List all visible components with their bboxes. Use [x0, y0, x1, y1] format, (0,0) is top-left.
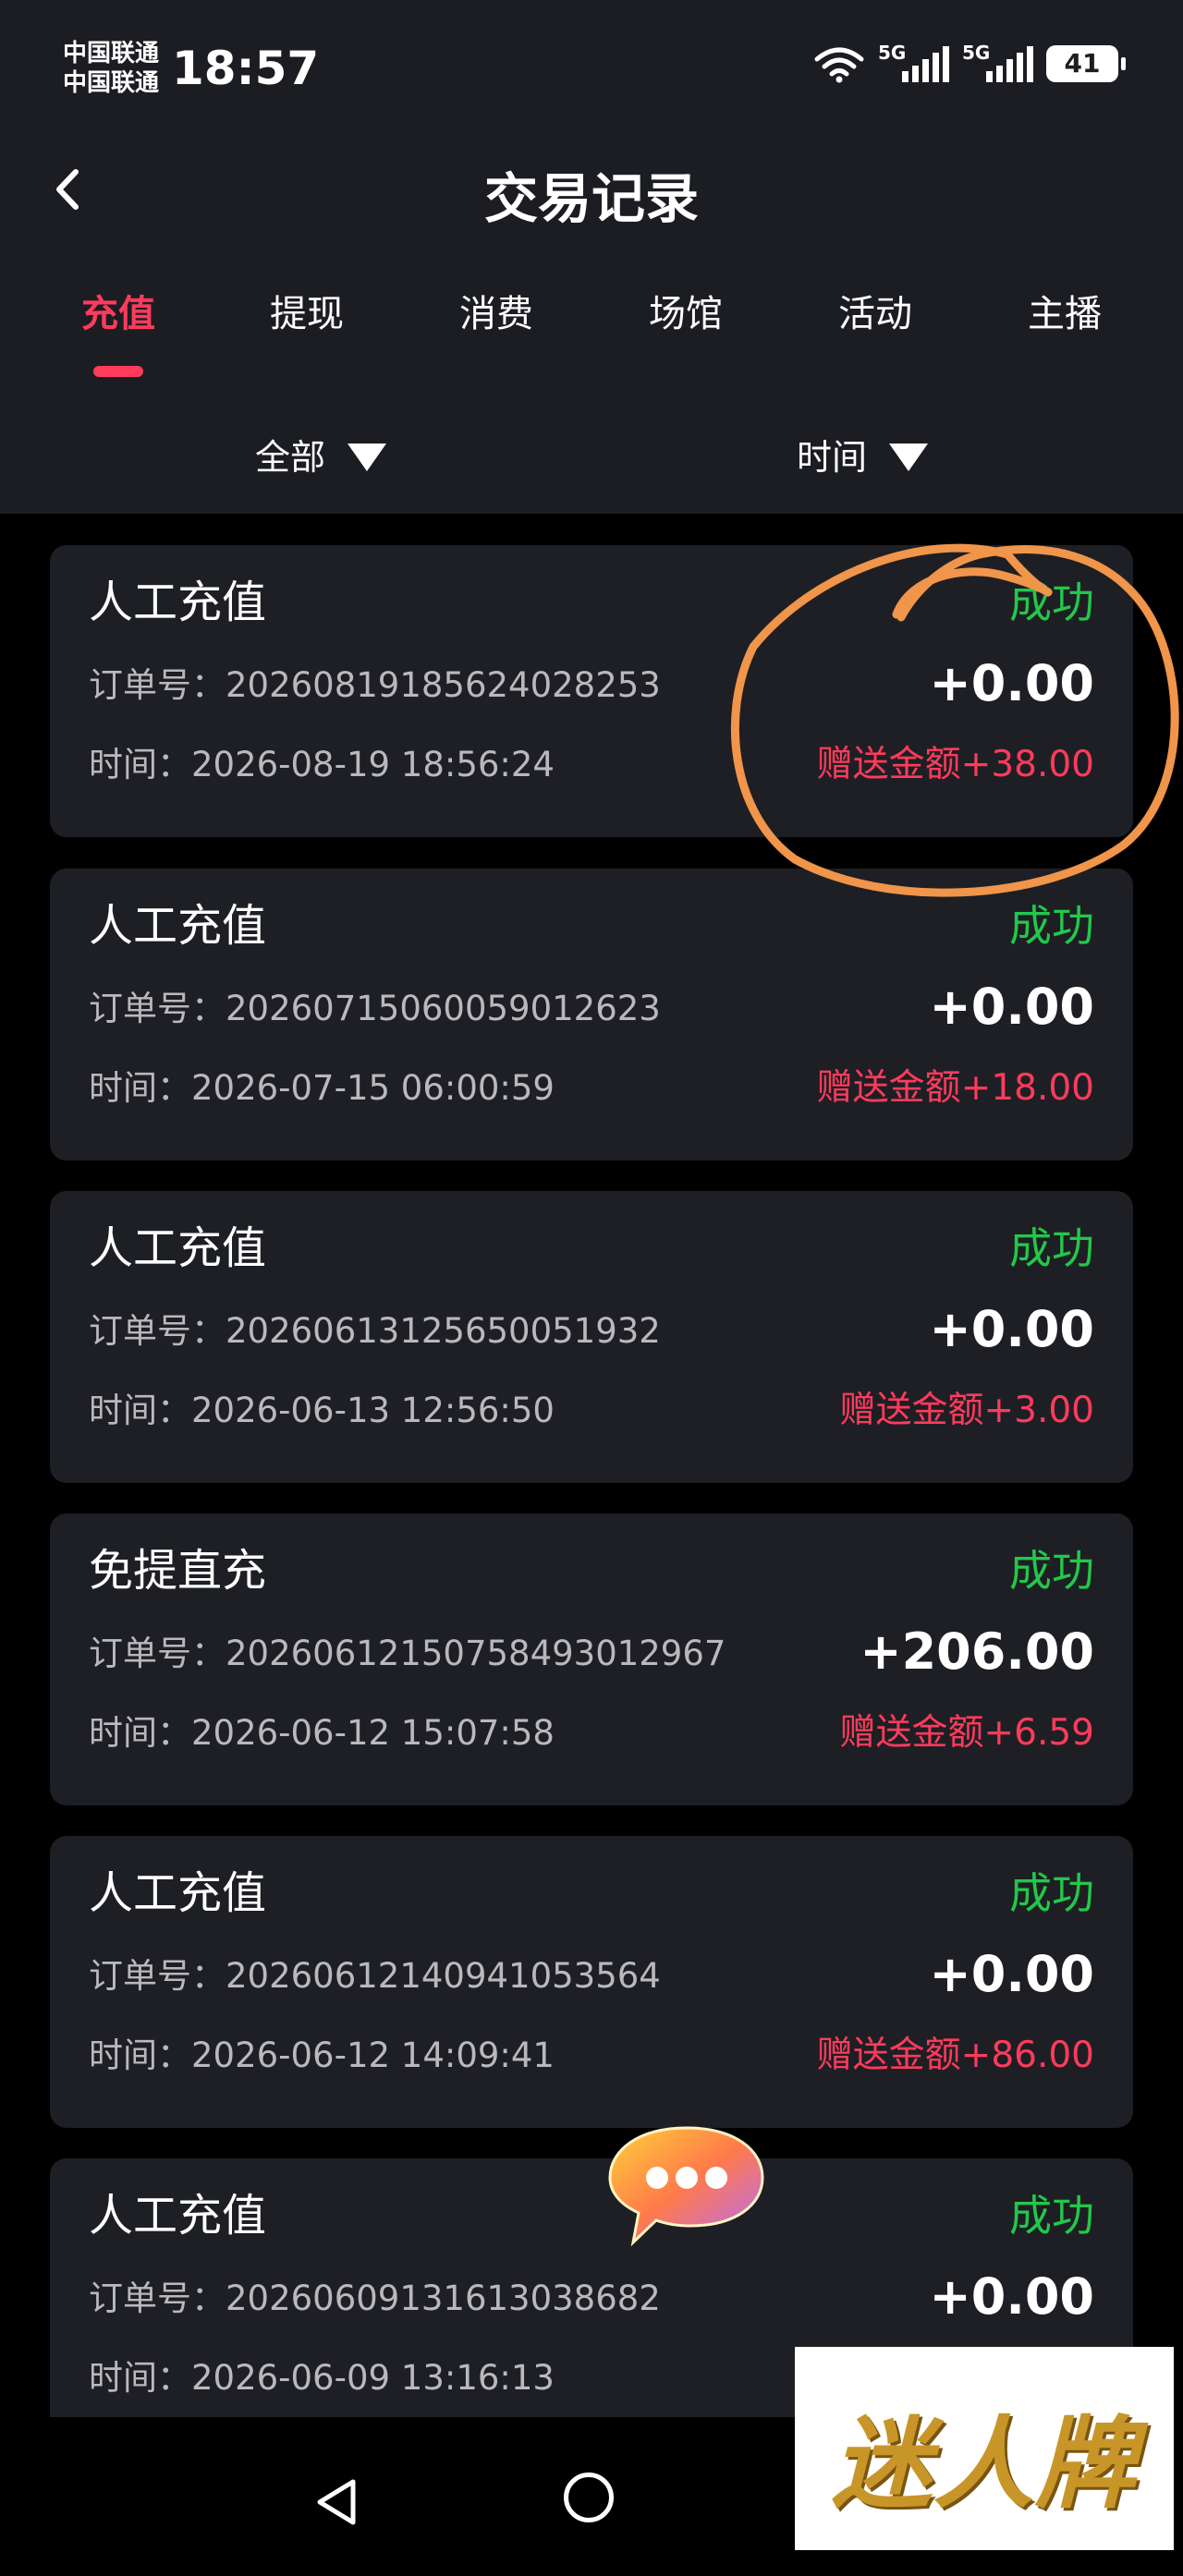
- status-bar: 中国联通 中国联通 18:57 5G 5G 41: [0, 0, 1183, 120]
- filter-bar: 全部 时间: [0, 425, 1183, 490]
- record-bonus: 赠送金额+18.00: [816, 1067, 1094, 1109]
- record-bonus: 赠送金额+38.00: [816, 744, 1094, 785]
- signal-icon-1: 5G: [878, 42, 949, 82]
- record-bonus: 赠送金额+3.00: [839, 1390, 1094, 1431]
- record-card[interactable]: 人工充值 成功 订单号：20260819185624028253 +0.00 时…: [50, 545, 1133, 837]
- network-type-1: 5G: [878, 42, 907, 64]
- record-order-number: 订单号：202606121507584930129​67: [89, 1634, 726, 1673]
- carrier-1: 中国联通: [63, 40, 160, 67]
- tab-venue[interactable]: 场馆: [593, 286, 778, 342]
- tab-recharge[interactable]: 充值: [26, 286, 211, 342]
- record-order-number: 订单号：20260613125650051932: [89, 1311, 661, 1351]
- record-amount: +0.00: [929, 2267, 1094, 2326]
- record-time: 时间：2026-06-13 12:56:50: [89, 1391, 555, 1430]
- record-time: 时间：2026-06-09 13:16:13: [89, 2358, 555, 2398]
- record-status: 成功: [1009, 1546, 1094, 1596]
- record-amount: +206.00: [860, 1622, 1094, 1681]
- time-filter-dropdown[interactable]: 时间: [797, 425, 929, 490]
- type-filter-label: 全部: [255, 437, 326, 478]
- record-status: 成功: [1009, 2191, 1094, 2241]
- record-time: 时间：2026-06-12 15:07:58: [89, 1713, 555, 1753]
- watermark-logo: 迷人牌: [795, 2347, 1174, 2550]
- record-title: 人工充值: [89, 1867, 267, 1919]
- tab-bar: 充值 提现 消费 场馆 活动 主播: [0, 286, 1183, 377]
- record-time: 时间：2026-06-12 14:09:41: [89, 2035, 555, 2075]
- record-card[interactable]: 人工充值 成功 订单号：20260612140941053564 +0.00 时…: [50, 1836, 1133, 2128]
- tab-anchor[interactable]: 主播: [972, 286, 1157, 342]
- chat-bubble-icon[interactable]: [605, 2120, 767, 2250]
- carrier-2: 中国联通: [63, 69, 160, 97]
- time-filter-label: 时间: [797, 437, 868, 478]
- triangle-down-icon: [889, 444, 929, 471]
- record-order-number: 订单号：20260609131613038682: [89, 2278, 661, 2318]
- record-bonus: 赠送金额+6.59: [839, 1712, 1094, 1754]
- record-amount: +0.00: [929, 1945, 1094, 2003]
- record-title: 人工充值: [89, 577, 267, 628]
- record-title: 人工充值: [89, 2190, 267, 2242]
- record-status: 成功: [1009, 1868, 1094, 1918]
- record-order-number: 订单号：20260819185624028253: [89, 665, 661, 705]
- battery-icon: 41: [1046, 45, 1126, 82]
- signal-icon-2: 5G: [962, 42, 1033, 82]
- nav-home-icon[interactable]: [564, 2473, 614, 2522]
- watermark-text: 迷人牌: [831, 2406, 1137, 2522]
- page-title: 交易记录: [483, 167, 699, 230]
- record-order-number: 订单号：20260612140941053564: [89, 1956, 661, 1996]
- record-bonus: 赠送金额+86.00: [816, 2035, 1094, 2076]
- triangle-down-icon: [348, 444, 387, 471]
- record-title: 人工充值: [89, 900, 267, 952]
- record-time: 时间：2026-08-19 18:56:24: [89, 745, 555, 784]
- type-filter-dropdown[interactable]: 全部: [255, 425, 387, 490]
- record-title: 免提直充: [89, 1545, 267, 1597]
- status-icons: 5G 5G 41: [813, 42, 1126, 83]
- record-order-number: 订单号：20260715060059012623: [89, 989, 661, 1028]
- tab-withdraw[interactable]: 提现: [214, 286, 399, 342]
- record-card[interactable]: 免提直充 成功 订单号：202606121507584930129​67 +20…: [50, 1513, 1133, 1805]
- tab-activity[interactable]: 活动: [783, 286, 968, 342]
- record-card[interactable]: 人工充值 成功 订单号：20260715060059012623 +0.00 时…: [50, 869, 1133, 1160]
- tab-indicator: [93, 366, 143, 377]
- nav-back-icon[interactable]: [311, 2476, 366, 2528]
- record-status: 成功: [1009, 901, 1094, 951]
- record-status: 成功: [1009, 1223, 1094, 1273]
- page-header: 交易记录: [0, 139, 1183, 240]
- record-time: 时间：2026-07-15 06:00:59: [89, 1068, 555, 1108]
- carrier-labels: 中国联通 中国联通: [63, 39, 159, 98]
- record-amount: +0.00: [929, 654, 1094, 712]
- record-card[interactable]: 人工充值 成功 订单号：20260613125650051932 +0.00 时…: [50, 1191, 1133, 1483]
- wifi-icon: [814, 47, 864, 83]
- record-title: 人工充值: [89, 1222, 267, 1274]
- network-type-2: 5G: [962, 42, 991, 64]
- record-status: 成功: [1009, 577, 1094, 627]
- record-amount: +0.00: [929, 1300, 1094, 1358]
- record-amount: +0.00: [929, 978, 1094, 1036]
- status-time: 18:57: [172, 42, 320, 95]
- tab-consume[interactable]: 消费: [404, 286, 589, 342]
